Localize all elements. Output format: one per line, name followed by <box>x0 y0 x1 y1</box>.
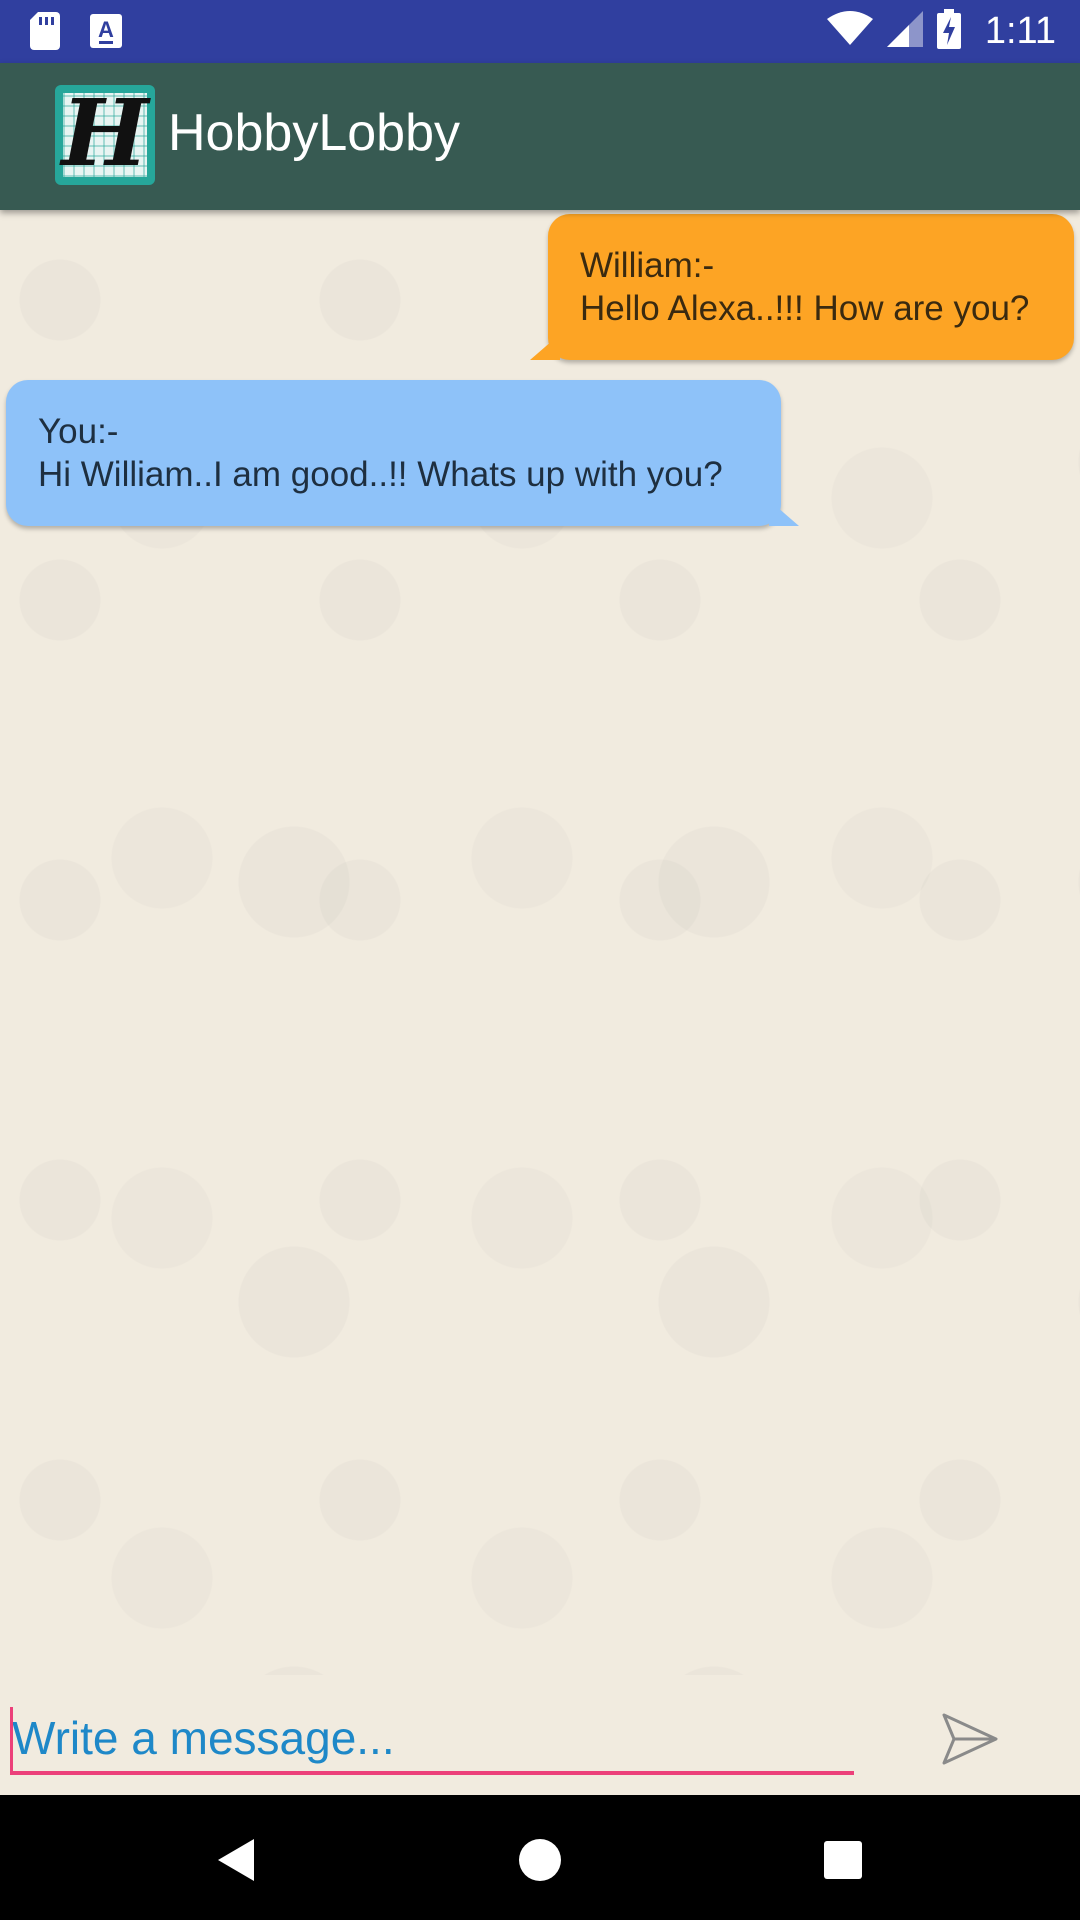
send-button[interactable] <box>940 1711 1000 1767</box>
nav-home-button[interactable] <box>515 1835 565 1885</box>
message-input[interactable] <box>10 1705 854 1775</box>
chat-area[interactable]: William:- Hello Alexa..!!! How are you? … <box>0 210 1080 1675</box>
signal-icon <box>886 11 923 52</box>
message-text: Hi William..I am good..!! Whats up with … <box>38 455 723 494</box>
message-bubble-outgoing[interactable]: You:- Hi William..I am good..!! Whats up… <box>6 380 799 526</box>
nav-back-button[interactable] <box>210 1835 260 1885</box>
sd-card-icon <box>30 12 60 50</box>
wifi-icon <box>826 11 873 52</box>
battery-charging-icon <box>936 9 961 54</box>
message-bubble-incoming[interactable]: William:- Hello Alexa..!!! How are you? <box>530 214 1074 360</box>
message-sender: William:- <box>580 246 715 285</box>
recents-icon <box>818 1841 868 1889</box>
home-icon <box>515 1839 565 1889</box>
message-composer <box>0 1675 1080 1795</box>
status-time: 1:11 <box>984 10 1056 52</box>
message-text: Hello Alexa..!!! How are you? <box>580 289 1030 328</box>
status-notifications: A <box>30 12 122 50</box>
back-icon <box>210 1839 260 1889</box>
status-bar: A 1:11 <box>0 0 1080 63</box>
svg-text:A: A <box>98 17 114 42</box>
a-notification-icon: A <box>90 14 122 48</box>
app-bar: H HobbyLobby <box>0 63 1080 210</box>
nav-recents-button[interactable] <box>818 1835 868 1885</box>
app-logo: H <box>55 85 155 185</box>
status-system: 1:11 <box>826 8 1056 55</box>
message-sender: You:- <box>38 412 119 451</box>
app-title: HobbyLobby <box>168 104 460 162</box>
text-cursor <box>10 1707 13 1771</box>
app-logo-letter: H <box>61 85 149 185</box>
send-icon <box>940 1713 1000 1771</box>
navigation-bar <box>0 1795 1080 1920</box>
